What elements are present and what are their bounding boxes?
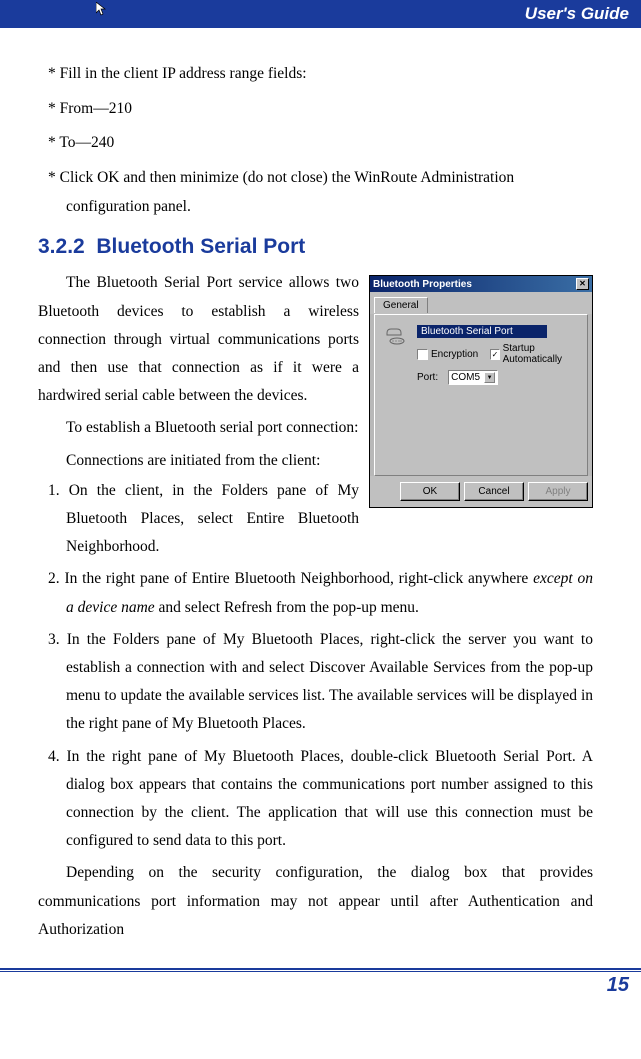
encryption-label: Encryption — [431, 349, 478, 360]
section-header: 3.2.2 Bluetooth Serial Port — [38, 235, 593, 259]
numbered-steps: 1. On the client, in the Folders pane of… — [48, 477, 593, 856]
bullet-4: * Click OK and then minimize (do not clo… — [48, 164, 593, 221]
page-header: User's Guide — [0, 0, 641, 28]
cancel-button[interactable]: Cancel — [464, 482, 524, 501]
tab-strip: General — [370, 292, 592, 314]
bullet-1: * Fill in the client IP address range fi… — [48, 60, 593, 89]
tab-panel: Bluetooth Serial Port Encryption ✓ Start… — [374, 314, 588, 476]
tab-general[interactable]: General — [374, 297, 428, 313]
apply-button[interactable]: Apply — [528, 482, 588, 501]
step-2: 2. In the right pane of Entire Bluetooth… — [48, 565, 593, 621]
bullet-2: * From—210 — [48, 95, 593, 124]
page-footer: 15 — [0, 968, 641, 1005]
dialog-titlebar[interactable]: Bluetooth Properties ✕ — [370, 276, 592, 292]
dialog-buttons: OK Cancel Apply — [370, 476, 592, 507]
port-label: Port: — [417, 372, 438, 383]
step-4: 4. In the right pane of My Bluetooth Pla… — [48, 743, 593, 856]
bullet-3: * To—240 — [48, 129, 593, 158]
encryption-checkbox[interactable]: Encryption — [417, 349, 478, 360]
ok-button[interactable]: OK — [400, 482, 460, 501]
checkbox-icon — [417, 349, 428, 360]
port-value: COM5 — [451, 372, 480, 383]
page-content: * Fill in the client IP address range fi… — [0, 28, 641, 944]
intro-bullets: * Fill in the client IP address range fi… — [48, 60, 593, 221]
section-number: 3.2.2 — [38, 235, 85, 258]
header-title: User's Guide — [525, 4, 629, 23]
section-title: Bluetooth Serial Port — [96, 235, 305, 258]
page-number: 15 — [607, 974, 629, 996]
paragraph-4: Depending on the security configuration,… — [38, 859, 593, 944]
startup-label: Startup Automatically — [503, 343, 579, 365]
serial-port-icon — [383, 325, 407, 349]
section-body: Bluetooth Properties ✕ General Bluetooth… — [38, 269, 593, 944]
chevron-down-icon: ▼ — [484, 372, 495, 383]
close-button[interactable]: ✕ — [576, 278, 589, 290]
dialog-window: Bluetooth Properties ✕ General Bluetooth… — [369, 275, 593, 508]
port-combobox[interactable]: COM5 ▼ — [448, 370, 498, 385]
checkbox-icon: ✓ — [490, 349, 499, 360]
dialog-title: Bluetooth Properties — [373, 279, 472, 290]
step-3: 3. In the Folders pane of My Bluetooth P… — [48, 626, 593, 739]
service-name-field[interactable]: Bluetooth Serial Port — [417, 325, 547, 338]
startup-checkbox[interactable]: ✓ Startup Automatically — [490, 343, 579, 365]
